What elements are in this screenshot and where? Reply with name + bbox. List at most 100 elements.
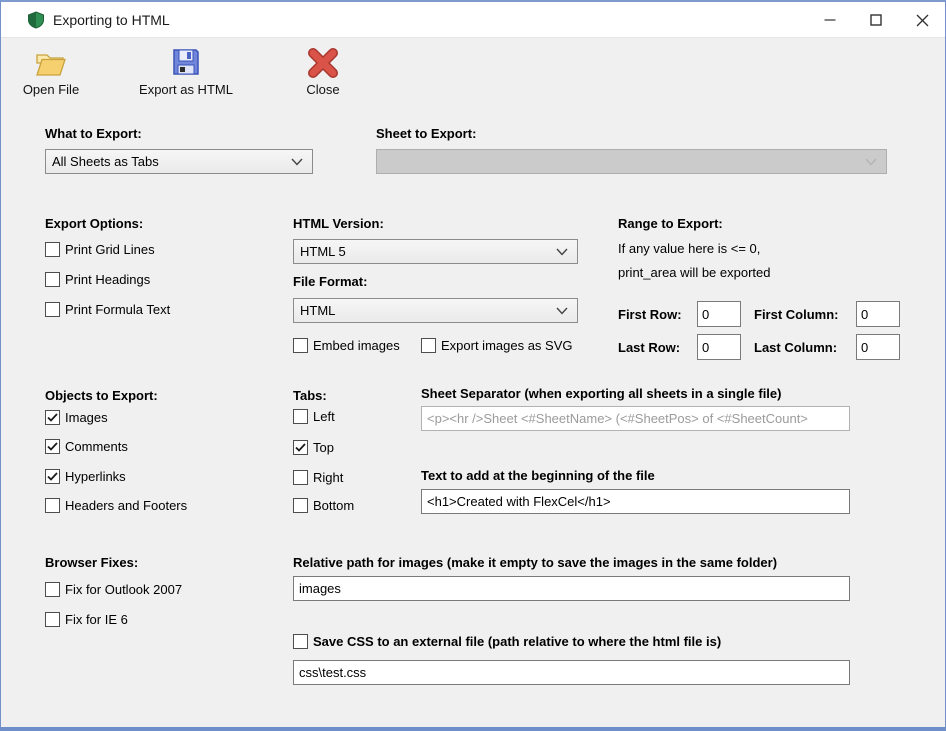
export-dialog-window: Exporting to HTML Open File	[0, 0, 946, 731]
checkbox-embed-images[interactable]: Embed images	[293, 338, 400, 353]
first-row-input[interactable]	[697, 301, 741, 327]
export-as-html-button[interactable]: Export as HTML	[134, 44, 238, 97]
checkbox-tabs-bottom[interactable]: Bottom	[293, 498, 354, 513]
checkbox-box[interactable]	[293, 409, 308, 424]
checkbox-box[interactable]	[45, 498, 60, 513]
file-format-value: HTML	[300, 303, 335, 318]
close-icon	[916, 14, 929, 27]
app-icon	[27, 11, 45, 29]
checkbox-fix-outlook-2007[interactable]: Fix for Outlook 2007	[45, 582, 182, 597]
relative-path-input[interactable]	[293, 576, 850, 601]
checkbox-fix-ie6[interactable]: Fix for IE 6	[45, 612, 128, 627]
first-row-label: First Row:	[618, 307, 682, 322]
sheet-separator-label: Sheet Separator (when exporting all shee…	[421, 386, 781, 401]
file-format-label: File Format:	[293, 274, 367, 289]
checkbox-box[interactable]	[293, 498, 308, 513]
red-x-icon	[308, 44, 338, 78]
floppy-disk-icon	[170, 44, 202, 78]
open-folder-icon	[34, 44, 68, 78]
checkbox-box[interactable]	[45, 302, 60, 317]
checkbox-print-headings[interactable]: Print Headings	[45, 272, 150, 287]
range-hint-line2: print_area will be exported	[618, 265, 770, 280]
checkbox-hyperlinks[interactable]: Hyperlinks	[45, 469, 126, 484]
check-icon	[47, 472, 58, 481]
toolbar-close-button[interactable]: Close	[277, 44, 369, 97]
range-hint-line1: If any value here is <= 0,	[618, 241, 760, 256]
last-row-input[interactable]	[697, 334, 741, 360]
checkbox-box[interactable]	[45, 272, 60, 287]
last-column-label: Last Column:	[754, 340, 837, 355]
checkbox-comments[interactable]: Comments	[45, 439, 128, 454]
sheet-separator-input[interactable]	[421, 406, 850, 431]
checkbox-tabs-left[interactable]: Left	[293, 409, 335, 424]
export-as-html-label: Export as HTML	[139, 82, 233, 97]
checkbox-images[interactable]: Images	[45, 410, 108, 425]
minimize-icon	[824, 14, 836, 26]
html-version-select[interactable]: HTML 5	[293, 239, 578, 264]
title-bar: Exporting to HTML	[1, 2, 945, 38]
what-to-export-value: All Sheets as Tabs	[52, 154, 159, 169]
beginning-text-input[interactable]	[421, 489, 850, 514]
checkbox-label: Top	[313, 440, 334, 455]
checkbox-box[interactable]	[293, 440, 308, 455]
checkbox-label: Export images as SVG	[441, 338, 573, 353]
chevron-down-icon	[865, 158, 877, 166]
checkbox-label: Left	[313, 409, 335, 424]
checkbox-box[interactable]	[45, 469, 60, 484]
minimize-button[interactable]	[807, 2, 853, 38]
checkbox-box[interactable]	[293, 470, 308, 485]
checkbox-box[interactable]	[45, 582, 60, 597]
html-version-value: HTML 5	[300, 244, 346, 259]
open-file-button[interactable]: Open File	[9, 44, 93, 97]
range-to-export-label: Range to Export:	[618, 216, 723, 231]
window-controls	[807, 2, 945, 38]
beginning-text-label: Text to add at the beginning of the file	[421, 468, 655, 483]
chevron-down-icon	[556, 307, 568, 315]
checkbox-label: Print Formula Text	[65, 302, 170, 317]
what-to-export-label: What to Export:	[45, 126, 142, 141]
checkbox-label: Print Headings	[65, 272, 150, 287]
checkbox-export-images-as-svg[interactable]: Export images as SVG	[421, 338, 573, 353]
checkbox-tabs-top[interactable]: Top	[293, 440, 334, 455]
browser-fixes-label: Browser Fixes:	[45, 555, 138, 570]
sheet-to-export-label: Sheet to Export:	[376, 126, 476, 141]
maximize-button[interactable]	[853, 2, 899, 38]
checkbox-label: Bottom	[313, 498, 354, 513]
checkbox-print-formula-text[interactable]: Print Formula Text	[45, 302, 170, 317]
checkbox-label: Hyperlinks	[65, 469, 126, 484]
checkbox-box[interactable]	[421, 338, 436, 353]
checkbox-label: Fix for Outlook 2007	[65, 582, 182, 597]
last-column-input[interactable]	[856, 334, 900, 360]
checkbox-tabs-right[interactable]: Right	[293, 470, 343, 485]
checkbox-box[interactable]	[45, 242, 60, 257]
save-css-path-input[interactable]	[293, 660, 850, 685]
checkbox-label: Images	[65, 410, 108, 425]
checkbox-box[interactable]	[45, 612, 60, 627]
checkbox-box[interactable]	[293, 338, 308, 353]
checkbox-label: Right	[313, 470, 343, 485]
checkbox-box[interactable]	[293, 634, 308, 649]
checkbox-save-css[interactable]: Save CSS to an external file (path relat…	[293, 634, 721, 649]
checkbox-label: Print Grid Lines	[65, 242, 155, 257]
close-button[interactable]	[899, 2, 945, 38]
open-file-label: Open File	[23, 82, 79, 97]
checkbox-box[interactable]	[45, 439, 60, 454]
check-icon	[47, 442, 58, 451]
checkbox-print-grid-lines[interactable]: Print Grid Lines	[45, 242, 155, 257]
first-column-input[interactable]	[856, 301, 900, 327]
chevron-down-icon	[291, 158, 303, 166]
check-icon	[295, 443, 306, 452]
checkbox-label: Headers and Footers	[65, 498, 187, 513]
maximize-icon	[870, 14, 882, 26]
what-to-export-select[interactable]: All Sheets as Tabs	[45, 149, 313, 174]
first-column-label: First Column:	[754, 307, 839, 322]
file-format-select[interactable]: HTML	[293, 298, 578, 323]
objects-to-export-label: Objects to Export:	[45, 388, 158, 403]
window-title: Exporting to HTML	[53, 12, 170, 28]
last-row-label: Last Row:	[618, 340, 680, 355]
html-version-label: HTML Version:	[293, 216, 384, 231]
checkbox-label: Embed images	[313, 338, 400, 353]
toolbar-close-label: Close	[306, 82, 339, 97]
checkbox-box[interactable]	[45, 410, 60, 425]
checkbox-headers-and-footers[interactable]: Headers and Footers	[45, 498, 187, 513]
